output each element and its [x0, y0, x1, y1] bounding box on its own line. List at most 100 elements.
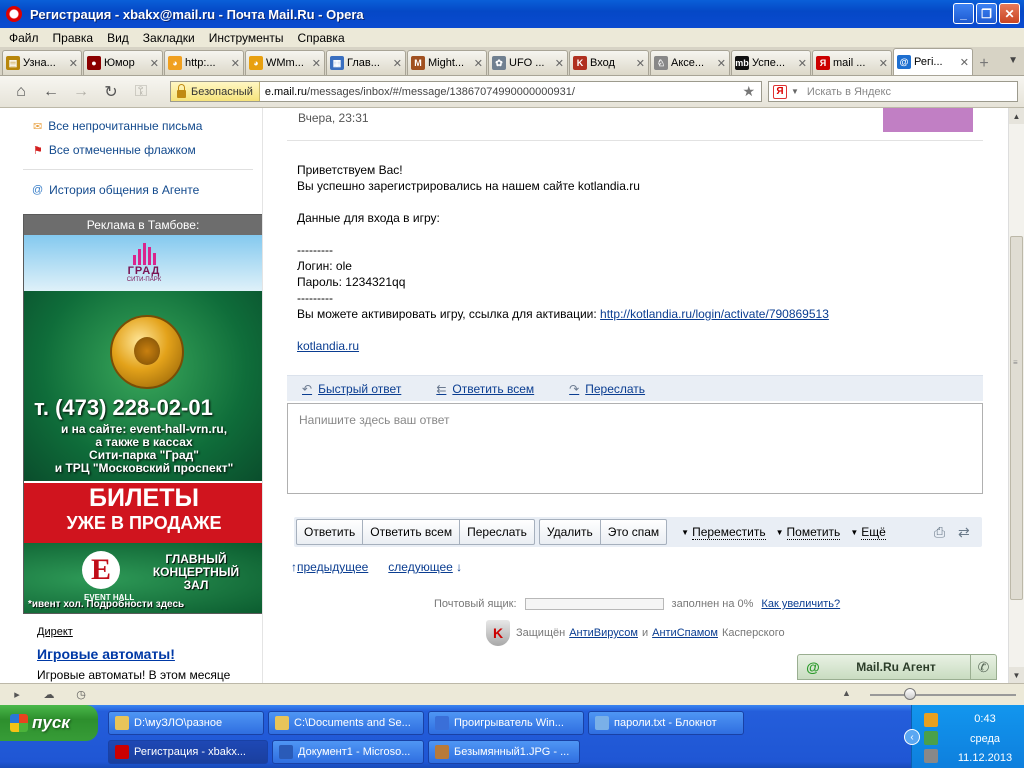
tab-list-icon[interactable]: ▼ [1008, 55, 1018, 66]
delete-button[interactable]: Удалить [540, 520, 601, 544]
taskbar-window-button[interactable]: D:\муЗЛО\разное [108, 711, 264, 735]
forward-link[interactable]: ↷ Переслать [569, 382, 645, 396]
browser-tab[interactable]: ● Юмор ✕ [83, 50, 163, 75]
speed-dial-icon[interactable]: ◷ [72, 687, 90, 703]
scroll-thumb[interactable] [1010, 236, 1023, 600]
forward-icon[interactable]: → [66, 80, 96, 104]
menu-bookmarks[interactable]: Закладки [136, 31, 202, 45]
taskbar-window-button[interactable]: Безымянный1.JPG - ... [428, 740, 580, 764]
taskbar-window-button[interactable]: Регистрация - xbakx... [108, 740, 268, 764]
tab-close-icon[interactable]: ✕ [312, 57, 321, 70]
more-dropdown[interactable]: ▼ Ещё [850, 525, 886, 540]
menu-help[interactable]: Справка [291, 31, 352, 45]
quota-increase-link[interactable]: Как увеличить? [761, 598, 840, 610]
agent-history-link[interactable]: @ История общения в Агенте [32, 183, 199, 197]
close-button[interactable]: ✕ [999, 3, 1020, 24]
taskbar-window-button[interactable]: пароли.txt - Блокнот [588, 711, 744, 735]
browser-tab[interactable]: ◕ http:... ✕ [164, 50, 244, 75]
menu-view[interactable]: Вид [100, 31, 136, 45]
tab-close-icon[interactable]: ✕ [717, 57, 726, 70]
taskbar-window-button[interactable]: Документ1 - Microso... [272, 740, 424, 764]
phone-icon[interactable]: ✆ [970, 655, 996, 679]
browser-tab[interactable]: Яmail ... ✕ [812, 50, 892, 75]
browser-tab[interactable]: K Вход ✕ [569, 50, 649, 75]
tab-close-icon[interactable]: ✕ [231, 57, 240, 70]
zoom-menu-icon[interactable]: ▲ [842, 688, 851, 698]
antispam-link[interactable]: АнтиСпамом [652, 627, 718, 639]
mailru-agent-widget[interactable]: @ Mail.Ru Агент ✆ [797, 654, 997, 680]
maximize-button[interactable]: ❐ [976, 3, 997, 24]
browser-tab[interactable]: M Might... ✕ [407, 50, 487, 75]
zoom-slider[interactable] [870, 694, 1016, 696]
spam-button[interactable]: Это спам [601, 520, 666, 544]
home-icon[interactable]: ⌂ [6, 80, 36, 104]
tray-expand-icon[interactable]: ‹ [904, 729, 920, 745]
tab-close-icon[interactable]: ✕ [960, 56, 969, 69]
activation-link[interactable]: http://kotlandia.ru/login/activate/79086… [600, 307, 829, 321]
tab-close-icon[interactable]: ✕ [798, 57, 807, 70]
turbo-cloud-icon[interactable]: ☁ [40, 687, 58, 703]
tab-close-icon[interactable]: ✕ [393, 57, 402, 70]
browser-tab[interactable]: @ Регі... ✕ [893, 48, 973, 75]
yandex-icon[interactable]: Я [773, 84, 787, 99]
print-icon[interactable]: ⎙ [934, 524, 945, 541]
search-dropdown-icon[interactable]: ▼ [791, 87, 799, 96]
key-icon[interactable]: ⚿ [126, 80, 156, 104]
menu-tools[interactable]: Инструменты [202, 31, 291, 45]
prev-link[interactable]: ↑предыдущее [291, 560, 368, 574]
reload-icon[interactable]: ↻ [96, 80, 126, 104]
vertical-scrollbar[interactable]: ▲ ≡ ▼ [1008, 108, 1024, 683]
tray-volume-icon[interactable] [924, 749, 938, 763]
move-dropdown[interactable]: ▼ Переместить [681, 525, 766, 540]
scroll-down-icon[interactable]: ▼ [1009, 667, 1024, 683]
tab-close-icon[interactable]: ✕ [879, 57, 888, 70]
panel-toggle-icon[interactable]: ▸ [8, 687, 26, 703]
tab-close-icon[interactable]: ✕ [555, 57, 564, 70]
site-link[interactable]: kotlandia.ru [297, 339, 359, 353]
game-ad-link[interactable]: Игровые автоматы! [37, 646, 175, 662]
new-tab-icon[interactable]: + [974, 53, 994, 75]
browser-tab[interactable]: ✿ UFO ... ✕ [488, 50, 568, 75]
minimize-button[interactable]: _ [953, 3, 974, 24]
mark-dropdown[interactable]: ▼ Пометить [776, 525, 841, 540]
antivirus-link[interactable]: АнтиВирусом [569, 627, 638, 639]
ad-banner[interactable]: Реклама в Тамбове: ГРАД СИТИ-ПАРК т. (47… [23, 214, 263, 614]
reply-all-button[interactable]: Ответить всем [363, 520, 461, 544]
clock-time[interactable]: 0:43 [948, 713, 1022, 725]
start-button[interactable]: пуск [0, 705, 98, 741]
tab-close-icon[interactable]: ✕ [474, 57, 483, 70]
taskbar-window-button[interactable]: C:\Documents and Se... [268, 711, 424, 735]
tab-close-icon[interactable]: ✕ [69, 57, 78, 70]
tab-close-icon[interactable]: ✕ [150, 57, 159, 70]
browser-tab[interactable]: ◕ WMm... ✕ [245, 50, 325, 75]
menu-file[interactable]: Файл [2, 31, 46, 45]
next-link[interactable]: следующее ↓ [388, 560, 462, 574]
back-icon[interactable]: ← [36, 80, 66, 104]
tray-app-icon[interactable] [924, 713, 938, 727]
reply-textarea[interactable]: Напишите здесь ваш ответ [287, 403, 983, 494]
browser-tab[interactable]: ♘ Аксе... ✕ [650, 50, 730, 75]
zoom-slider-thumb[interactable] [904, 688, 916, 700]
search-field[interactable]: Я ▼ Искать в Яндекс [768, 81, 1018, 102]
flagged-link[interactable]: ⚑ Все отмеченные флажком [33, 143, 196, 157]
menu-edit[interactable]: Правка [46, 31, 101, 45]
bookmark-star-icon[interactable]: ★ [742, 83, 755, 100]
scroll-up-icon[interactable]: ▲ [1009, 108, 1024, 124]
url-text[interactable]: e.mail.ru/messages/inbox/#/message/13867… [265, 86, 575, 98]
translate-icon[interactable]: ⇄ [958, 524, 970, 541]
reply-button[interactable]: Ответить [297, 520, 364, 544]
quick-reply-link[interactable]: ↶ Быстрый ответ [302, 382, 401, 396]
browser-tab[interactable]: mb Успе... ✕ [731, 50, 811, 75]
window-titlebar[interactable]: Регистрация - xbakx@mail.ru - Почта Mail… [0, 0, 1024, 28]
tray-network-icon[interactable] [924, 731, 938, 745]
reply-all-link[interactable]: ⇇ Ответить всем [436, 382, 534, 396]
direct-link[interactable]: Директ [37, 626, 73, 638]
browser-tab[interactable]: ▦ Глав... ✕ [326, 50, 406, 75]
taskbar-window-button[interactable]: Проигрыватель Win... [428, 711, 584, 735]
url-field[interactable]: Безопасный e.mail.ru/messages/inbox/#/me… [170, 81, 762, 102]
browser-tab[interactable]: ▤ Узна... ✕ [2, 50, 82, 75]
unread-link[interactable]: ✉ Все непрочитанные письма [33, 119, 202, 133]
tab-close-icon[interactable]: ✕ [636, 57, 645, 70]
forward-button[interactable]: Переслать [460, 520, 534, 544]
security-badge[interactable]: Безопасный [171, 82, 260, 101]
